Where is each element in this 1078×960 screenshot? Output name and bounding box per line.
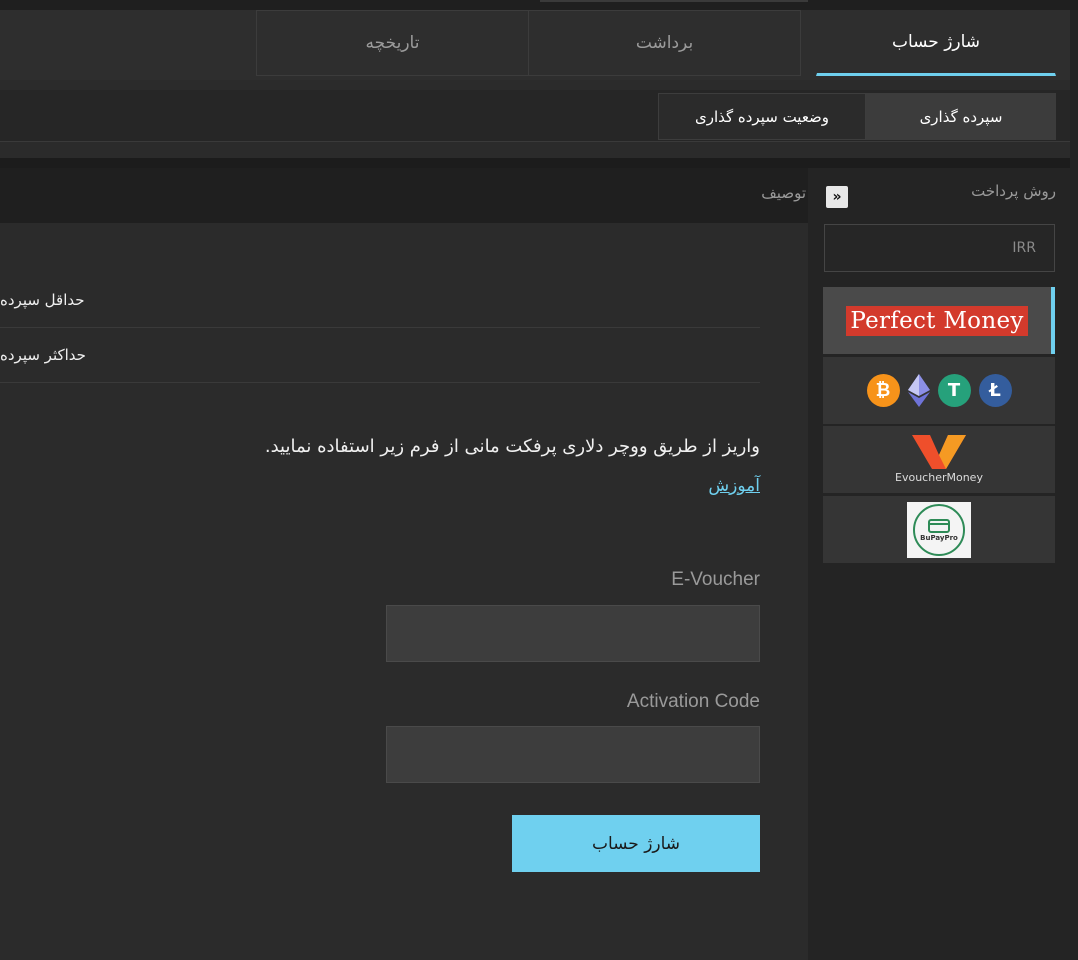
- section-divider: [0, 158, 1078, 168]
- currency-selector[interactable]: IRR: [824, 224, 1055, 272]
- payment-method-title: روش پرداخت: [971, 182, 1056, 200]
- top-strip: [0, 0, 1078, 10]
- double-chevron-right-icon[interactable]: »: [826, 186, 848, 208]
- activation-code-label: Activation Code: [626, 691, 760, 712]
- top-strip-shade: [540, 0, 808, 2]
- method-other-gateway[interactable]: BuPayPro: [823, 496, 1055, 563]
- method-perfect-money[interactable]: Perfect Money: [823, 287, 1055, 354]
- deposit-description: واریز از طریق ووچر دلاری پرفکت مانی از ف…: [264, 436, 760, 457]
- evoucher-v-icon: [911, 435, 966, 469]
- subtab-deposit[interactable]: سپرده گذاری: [866, 93, 1056, 140]
- min-deposit-label: حداقل سپرده: [0, 291, 85, 309]
- max-deposit-label: حداکثر سپرده: [0, 346, 86, 364]
- method-crypto[interactable]: ₿ T Ł: [823, 357, 1055, 424]
- card-icon: [928, 518, 950, 533]
- evoucher-label: E-Voucher: [671, 569, 760, 590]
- payment-method-sidebar: روش پرداخت » IRR Perfect Money ₿ T Ł Evo…: [808, 168, 1070, 960]
- evoucher-money-text: EvoucherMoney: [895, 471, 983, 484]
- tether-icon: T: [937, 374, 971, 407]
- litecoin-icon: Ł: [978, 374, 1012, 407]
- min-deposit-row: حداقل سپرده: [0, 273, 760, 328]
- subtab-deposit-status[interactable]: وضعیت سپرده گذاری: [658, 93, 866, 140]
- content-header: توصیف: [0, 168, 808, 223]
- crypto-icons: ₿ T Ł: [866, 374, 1012, 407]
- deposit-form-panel: حداقل سپرده حداکثر سپرده واریز از طریق و…: [0, 223, 808, 960]
- tutorial-link[interactable]: آموزش: [708, 476, 760, 496]
- perfect-money-logo: Perfect Money: [846, 305, 1028, 336]
- right-edge: [1070, 10, 1078, 960]
- bitcoin-icon: ₿: [866, 374, 900, 407]
- description-heading: توصیف: [761, 184, 806, 202]
- max-deposit-row: حداکثر سپرده: [0, 328, 760, 383]
- charge-account-button[interactable]: شارژ حساب: [512, 815, 760, 872]
- activation-code-input[interactable]: [386, 726, 760, 783]
- evoucher-money-logo: EvoucherMoney: [895, 435, 983, 484]
- sub-tabs: سپرده گذاری وضعیت سپرده گذاری: [0, 90, 1070, 142]
- tab-charge-account[interactable]: شارژ حساب: [816, 10, 1056, 76]
- gateway-ring: BuPayPro: [913, 503, 965, 556]
- ethereum-icon: [907, 374, 930, 407]
- tab-withdraw[interactable]: برداشت: [528, 10, 801, 76]
- main-tabs: شارژ حساب برداشت تاریخچه: [0, 10, 1070, 80]
- payment-gateway-logo: BuPayPro: [907, 501, 971, 558]
- gateway-logo-text: BuPayPro: [920, 533, 958, 542]
- evoucher-input[interactable]: [386, 605, 760, 662]
- method-evoucher-money[interactable]: EvoucherMoney: [823, 426, 1055, 493]
- tab-history[interactable]: تاریخچه: [256, 10, 529, 76]
